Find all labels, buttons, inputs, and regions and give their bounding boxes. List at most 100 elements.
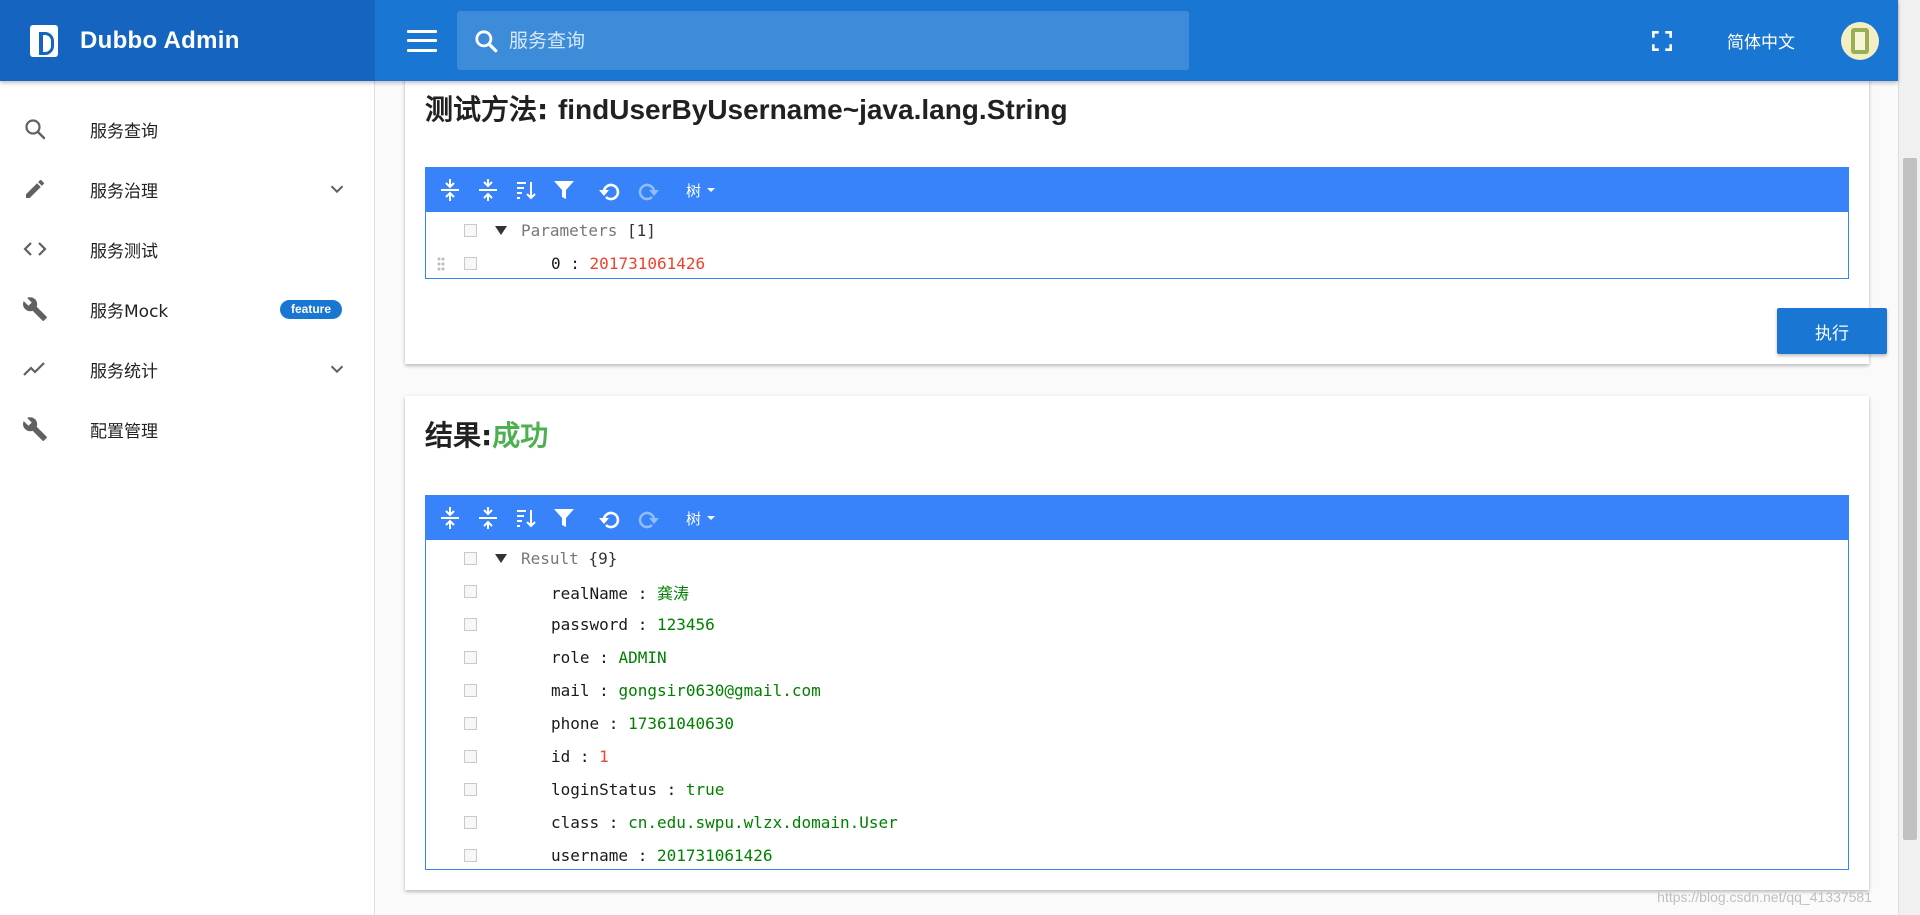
sidebar-item-label: 服务Mock: [90, 301, 169, 322]
row-select-checkbox[interactable]: [464, 552, 477, 565]
row-select-checkbox[interactable]: [464, 618, 477, 631]
mode-dropdown[interactable]: 树: [686, 180, 715, 201]
editor-tree: Parameters [1] 0 : 201731061426: [426, 212, 1848, 280]
row-select-checkbox[interactable]: [464, 717, 477, 730]
root-field-name: Parameters: [521, 221, 618, 240]
row-select-checkbox[interactable]: [464, 585, 477, 598]
field-value[interactable]: 龚涛: [657, 584, 689, 603]
wrench-icon: [22, 416, 48, 442]
fullscreen-icon[interactable]: [1649, 28, 1675, 54]
redo-icon[interactable]: [634, 504, 662, 532]
field-value[interactable]: ADMIN: [618, 648, 666, 667]
search-input[interactable]: [509, 29, 1149, 52]
editor-toolbar: 树: [426, 496, 1848, 540]
search-icon: [22, 116, 48, 142]
field-key[interactable]: password: [551, 615, 628, 634]
avatar[interactable]: [1841, 21, 1879, 60]
filter-icon[interactable]: [550, 504, 578, 532]
pencil-icon: [22, 176, 48, 202]
sidebar-item-service-mock[interactable]: 服务Mock feature: [0, 279, 374, 339]
row-select-checkbox[interactable]: [464, 750, 477, 763]
tree-row[interactable]: loginStatus : true: [426, 773, 1848, 806]
expand-all-icon[interactable]: [436, 504, 464, 532]
chevron-down-icon[interactable]: [326, 358, 348, 380]
execute-button[interactable]: 执行: [1777, 308, 1887, 354]
test-method-title: 测试方法: findUserByUsername~java.lang.Strin…: [425, 93, 1068, 126]
sidebar-item-service-statistics[interactable]: 服务统计: [0, 339, 374, 399]
field-key[interactable]: role: [551, 648, 590, 667]
search-box[interactable]: [457, 11, 1189, 70]
field-value[interactable]: gongsir0630@gmail.com: [618, 681, 820, 700]
tree-root-row[interactable]: Result {9}: [426, 542, 1848, 575]
field-value[interactable]: 201731061426: [590, 254, 706, 273]
tree-root-row[interactable]: Parameters [1]: [426, 214, 1848, 247]
field-key[interactable]: realName: [551, 584, 628, 603]
editor-toolbar: 树: [426, 168, 1848, 212]
row-select-checkbox[interactable]: [464, 816, 477, 829]
sidebar-item-service-governance[interactable]: 服务治理: [0, 159, 374, 219]
sidebar-item-service-test[interactable]: 服务测试: [0, 219, 374, 279]
field-value[interactable]: 201731061426: [657, 846, 773, 865]
collapse-toggle-icon[interactable]: [495, 554, 507, 563]
tree-row[interactable]: 0 : 201731061426: [426, 247, 1848, 280]
tree-row[interactable]: role : ADMIN: [426, 641, 1848, 674]
brand[interactable]: Dubbo Admin: [0, 0, 375, 81]
expand-all-icon[interactable]: [436, 176, 464, 204]
page-scrollbar[interactable]: [1898, 0, 1920, 915]
sidebar-item-config-management[interactable]: 配置管理: [0, 399, 374, 459]
field-key[interactable]: id: [551, 747, 570, 766]
row-select-checkbox[interactable]: [464, 783, 477, 796]
sort-icon[interactable]: [512, 504, 540, 532]
tree-row[interactable]: password : 123456: [426, 608, 1848, 641]
result-status: 成功: [492, 419, 549, 452]
language-selector[interactable]: 简体中文: [1727, 28, 1795, 53]
sidebar-item-service-search[interactable]: 服务查询: [0, 99, 374, 159]
params-json-editor[interactable]: 树 Parameters [1] 0 : 201731061426: [425, 167, 1849, 279]
root-field-name: Result: [521, 549, 579, 568]
menu-toggle-icon[interactable]: [407, 29, 437, 52]
mode-dropdown[interactable]: 树: [686, 508, 715, 529]
result-card: 结果:成功 树 Result {9} realName : 龚涛 password…: [405, 396, 1869, 890]
field-value[interactable]: 17361040630: [628, 714, 734, 733]
field-value[interactable]: cn.edu.swpu.wlzx.domain.User: [628, 813, 898, 832]
field-key[interactable]: phone: [551, 714, 599, 733]
redo-icon[interactable]: [634, 176, 662, 204]
row-select-checkbox[interactable]: [464, 257, 477, 270]
code-icon: [22, 236, 48, 262]
scrollbar-thumb[interactable]: [1903, 158, 1917, 840]
field-key[interactable]: username: [551, 846, 628, 865]
tree-row[interactable]: realName : 龚涛: [426, 575, 1848, 608]
result-json-editor[interactable]: 树 Result {9} realName : 龚涛 password : 123…: [425, 495, 1849, 870]
tree-row[interactable]: id : 1: [426, 740, 1848, 773]
row-select-checkbox[interactable]: [464, 849, 477, 862]
collapse-all-icon[interactable]: [474, 504, 502, 532]
sidebar: 服务查询 服务治理 服务测试 服务Mock feature 服务统计 配置管理: [0, 81, 375, 915]
dubbo-logo-icon: [30, 24, 58, 57]
field-key[interactable]: class: [551, 813, 599, 832]
sort-icon[interactable]: [512, 176, 540, 204]
tree-row[interactable]: username : 201731061426: [426, 839, 1848, 872]
row-select-checkbox[interactable]: [464, 224, 477, 237]
tree-row[interactable]: phone : 17361040630: [426, 707, 1848, 740]
field-key[interactable]: 0: [551, 254, 561, 273]
field-value[interactable]: true: [686, 780, 725, 799]
filter-icon[interactable]: [550, 176, 578, 204]
main-content: 测试方法: findUserByUsername~java.lang.Strin…: [376, 0, 1898, 915]
row-select-checkbox[interactable]: [464, 684, 477, 697]
chevron-down-icon[interactable]: [326, 178, 348, 200]
field-key[interactable]: loginStatus: [551, 780, 657, 799]
collapse-all-icon[interactable]: [474, 176, 502, 204]
row-select-checkbox[interactable]: [464, 651, 477, 664]
field-key[interactable]: mail: [551, 681, 590, 700]
collapse-toggle-icon[interactable]: [495, 226, 507, 235]
wrench-icon: [22, 296, 48, 322]
field-value[interactable]: 1: [599, 747, 609, 766]
tree-row[interactable]: mail : gongsir0630@gmail.com: [426, 674, 1848, 707]
result-title: 结果:成功: [425, 419, 549, 452]
undo-icon[interactable]: [596, 176, 624, 204]
tree-row[interactable]: class : cn.edu.swpu.wlzx.domain.User: [426, 806, 1848, 839]
drag-handle-icon[interactable]: [437, 257, 445, 271]
search-icon: [475, 29, 498, 52]
field-value[interactable]: 123456: [657, 615, 715, 634]
undo-icon[interactable]: [596, 504, 624, 532]
